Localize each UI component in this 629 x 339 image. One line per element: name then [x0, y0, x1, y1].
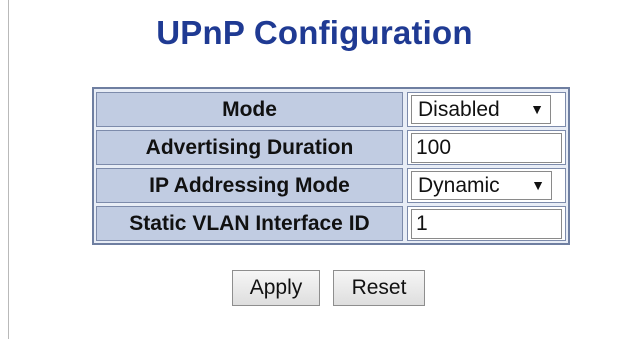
mode-select-value: Disabled: [418, 98, 500, 121]
row-ip-addressing-mode: IP Addressing Mode Dynamic ▼: [96, 168, 566, 203]
mode-select[interactable]: Disabled ▼: [411, 95, 551, 124]
advertising-duration-input[interactable]: [411, 133, 562, 163]
mode-value-cell: Disabled ▼: [407, 92, 566, 127]
ip-addressing-mode-value-cell: Dynamic ▼: [407, 168, 566, 203]
row-static-vlan-interface-id: Static VLAN Interface ID: [96, 206, 566, 241]
mode-label: Mode: [96, 92, 403, 127]
triangle-down-icon: ▼: [531, 177, 545, 193]
triangle-down-icon: ▼: [530, 101, 544, 117]
reset-button[interactable]: Reset: [333, 270, 425, 306]
row-advertising-duration: Advertising Duration: [96, 130, 566, 165]
advertising-duration-label: Advertising Duration: [96, 130, 403, 165]
apply-button[interactable]: Apply: [232, 270, 320, 306]
ip-addressing-mode-select-value: Dynamic: [418, 174, 500, 197]
row-mode: Mode Disabled ▼: [96, 92, 566, 127]
upnp-config-table: Mode Disabled ▼ Advertising Duration IP …: [92, 87, 570, 245]
static-vlan-interface-id-label: Static VLAN Interface ID: [96, 206, 403, 241]
ip-addressing-mode-label: IP Addressing Mode: [96, 168, 403, 203]
advertising-duration-value-cell: [407, 130, 566, 165]
static-vlan-interface-id-input[interactable]: [411, 209, 562, 239]
page-title: UPnP Configuration: [156, 14, 473, 51]
upnp-configuration-page: UPnP Configuration Mode Disabled ▼ Adver…: [0, 0, 629, 339]
static-vlan-interface-id-value-cell: [407, 206, 566, 241]
ip-addressing-mode-select[interactable]: Dynamic ▼: [411, 171, 552, 200]
